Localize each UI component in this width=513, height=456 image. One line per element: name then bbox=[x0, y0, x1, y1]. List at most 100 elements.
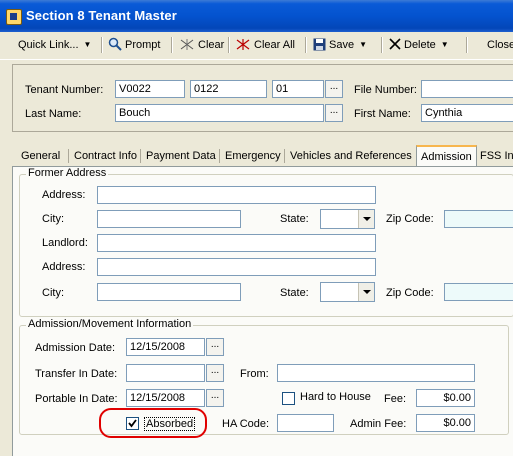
tab-contract-info[interactable]: Contract Info bbox=[74, 147, 137, 165]
tab-admission[interactable]: Admission bbox=[416, 145, 477, 166]
clear-all-button[interactable]: Clear All bbox=[235, 36, 295, 54]
admission-date-picker-button[interactable]: ... bbox=[206, 338, 224, 356]
quick-link-label: Quick Link... bbox=[18, 39, 79, 51]
tab-strip: General Contract Info Payment Data Emerg… bbox=[12, 145, 513, 167]
close-label: Close bbox=[487, 39, 513, 51]
tab-general[interactable]: General bbox=[21, 147, 60, 165]
tab-separator bbox=[68, 149, 69, 163]
tab-emergency[interactable]: Emergency bbox=[225, 147, 281, 165]
tenant-number-field-3[interactable]: 01 bbox=[272, 80, 324, 98]
from-field[interactable] bbox=[277, 364, 475, 382]
floppy-disk-icon bbox=[313, 38, 326, 51]
from-label: From: bbox=[240, 368, 269, 380]
transfer-in-date-label: Transfer In Date: bbox=[35, 368, 118, 380]
address-label: Address: bbox=[42, 189, 86, 201]
city-label: City: bbox=[42, 213, 64, 225]
former-address-title: Former Address bbox=[26, 167, 109, 179]
toolbar-separator bbox=[228, 37, 230, 53]
landlord-state-dropdown[interactable] bbox=[320, 282, 375, 302]
chevron-down-icon bbox=[358, 210, 374, 228]
tenant-number-field-2[interactable]: 0122 bbox=[190, 80, 267, 98]
admission-movement-title: Admission/Movement Information bbox=[26, 318, 194, 330]
tenant-lookup-button[interactable]: ... bbox=[325, 80, 343, 98]
file-number-label: File Number: bbox=[354, 84, 417, 96]
landlord-field[interactable] bbox=[97, 234, 376, 252]
save-button[interactable]: Save ▼ bbox=[313, 36, 367, 54]
former-city-field[interactable] bbox=[97, 210, 241, 228]
toolbar-separator bbox=[466, 37, 468, 53]
prompt-label: Prompt bbox=[125, 39, 161, 51]
admin-fee-label: Admin Fee: bbox=[350, 418, 407, 430]
ha-code-field[interactable] bbox=[277, 414, 334, 432]
toolbar-separator bbox=[101, 37, 103, 53]
admission-tab-panel: Former Address Address: City: State: Zip… bbox=[12, 166, 513, 456]
delete-button[interactable]: Delete ▼ bbox=[389, 36, 449, 54]
save-label: Save bbox=[329, 39, 355, 51]
delete-x-icon bbox=[389, 38, 401, 50]
last-name-field[interactable]: Bouch bbox=[115, 104, 324, 122]
chevron-down-icon: ▼ bbox=[359, 40, 367, 49]
app-icon bbox=[6, 9, 22, 25]
magnifier-icon bbox=[108, 37, 122, 51]
broom-icon bbox=[180, 38, 194, 50]
landlord-city-label: City: bbox=[42, 287, 64, 299]
clear-button[interactable]: Clear bbox=[179, 36, 224, 54]
toolbar-separator bbox=[381, 37, 383, 53]
last-name-lookup-button[interactable]: ... bbox=[325, 104, 343, 122]
first-name-label: First Name: bbox=[354, 108, 411, 120]
portable-in-date-field[interactable]: 12/15/2008 bbox=[126, 389, 205, 407]
toolbar-separator bbox=[171, 37, 173, 53]
state-label: State: bbox=[280, 213, 309, 225]
toolbar: Quick Link... ▼ Prompt Clear Clear All Sa… bbox=[0, 32, 513, 60]
last-name-label: Last Name: bbox=[25, 108, 82, 120]
landlord-zip-code-label: Zip Code: bbox=[386, 287, 434, 299]
hard-to-house-label: Hard to House bbox=[300, 391, 371, 403]
quick-link-button[interactable]: Quick Link... ▼ bbox=[18, 36, 91, 54]
former-address-group: Former Address Address: City: State: Zip… bbox=[19, 167, 513, 317]
former-state-dropdown[interactable] bbox=[320, 209, 375, 229]
tab-separator bbox=[284, 149, 285, 163]
admin-fee-field[interactable]: $0.00 bbox=[416, 414, 475, 432]
admission-date-field[interactable]: 12/15/2008 bbox=[126, 338, 205, 356]
tab-payment-data[interactable]: Payment Data bbox=[146, 147, 216, 165]
fee-field[interactable]: $0.00 bbox=[416, 389, 475, 407]
admission-movement-group: Admission/Movement Information Admission… bbox=[19, 318, 509, 435]
chevron-down-icon: ▼ bbox=[440, 40, 449, 49]
transfer-in-date-picker-button[interactable]: ... bbox=[206, 364, 224, 382]
landlord-zip-code-field[interactable] bbox=[444, 283, 513, 301]
former-address-field[interactable] bbox=[97, 186, 376, 204]
tab-fss-in[interactable]: FSS In bbox=[480, 147, 513, 165]
tab-separator bbox=[219, 149, 220, 163]
file-number-field[interactable] bbox=[421, 80, 513, 98]
chevron-down-icon: ▼ bbox=[83, 40, 92, 49]
window-title: Section 8 Tenant Master bbox=[26, 8, 177, 23]
first-name-field[interactable]: Cynthia bbox=[421, 104, 513, 122]
landlord-address-field[interactable] bbox=[97, 258, 376, 276]
tab-vehicles-and-references[interactable]: Vehicles and References bbox=[290, 147, 412, 165]
clear-all-icon bbox=[236, 38, 250, 50]
title-bar[interactable]: Section 8 Tenant Master bbox=[0, 0, 513, 32]
toolbar-separator bbox=[305, 37, 307, 53]
landlord-address-label: Address: bbox=[42, 261, 86, 273]
landlord-state-label: State: bbox=[280, 287, 309, 299]
prompt-button[interactable]: Prompt bbox=[108, 36, 160, 54]
delete-label: Delete bbox=[404, 39, 436, 51]
portable-in-date-picker-button[interactable]: ... bbox=[206, 389, 224, 407]
former-zip-code-field[interactable] bbox=[444, 210, 513, 228]
portable-in-date-label: Portable In Date: bbox=[35, 393, 118, 405]
admission-date-label: Admission Date: bbox=[35, 342, 116, 354]
chevron-down-icon bbox=[358, 283, 374, 301]
absorbed-highlight-annotation bbox=[99, 408, 207, 438]
ha-code-label: HA Code: bbox=[222, 418, 270, 430]
zip-code-label: Zip Code: bbox=[386, 213, 434, 225]
clear-all-label: Clear All bbox=[254, 39, 295, 51]
tenant-number-label: Tenant Number: bbox=[25, 84, 104, 96]
landlord-city-field[interactable] bbox=[97, 283, 241, 301]
hard-to-house-checkbox[interactable] bbox=[282, 392, 295, 405]
close-button[interactable]: Close bbox=[487, 36, 513, 54]
tenant-number-field-1[interactable]: V0022 bbox=[115, 80, 185, 98]
landlord-label: Landlord: bbox=[42, 237, 88, 249]
tab-separator bbox=[140, 149, 141, 163]
transfer-in-date-field[interactable] bbox=[126, 364, 205, 382]
fee-label: Fee: bbox=[384, 393, 407, 405]
